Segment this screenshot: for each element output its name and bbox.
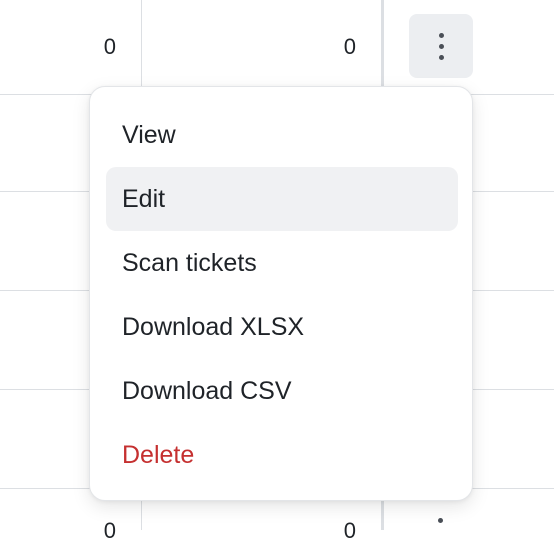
menu-item-view[interactable]: View <box>106 103 458 167</box>
table-cell-count: 0 <box>343 34 356 59</box>
menu-item-edit[interactable]: Edit <box>106 167 458 231</box>
table-cell-count: 0 <box>103 34 116 59</box>
table-cell-count: 0 <box>103 518 116 543</box>
table-cell-count: 0 <box>343 518 356 543</box>
menu-item-delete[interactable]: Delete <box>106 423 458 487</box>
menu-item-download-csv[interactable]: Download CSV <box>106 359 458 423</box>
more-vertical-icon <box>438 32 444 60</box>
menu-item-scan-tickets[interactable]: Scan tickets <box>106 231 458 295</box>
row-actions-button[interactable] <box>409 14 473 78</box>
row-actions-menu: View Edit Scan tickets Download XLSX Dow… <box>89 86 473 501</box>
menu-item-download-xlsx[interactable]: Download XLSX <box>106 295 458 359</box>
more-vertical-icon[interactable] <box>438 518 443 523</box>
